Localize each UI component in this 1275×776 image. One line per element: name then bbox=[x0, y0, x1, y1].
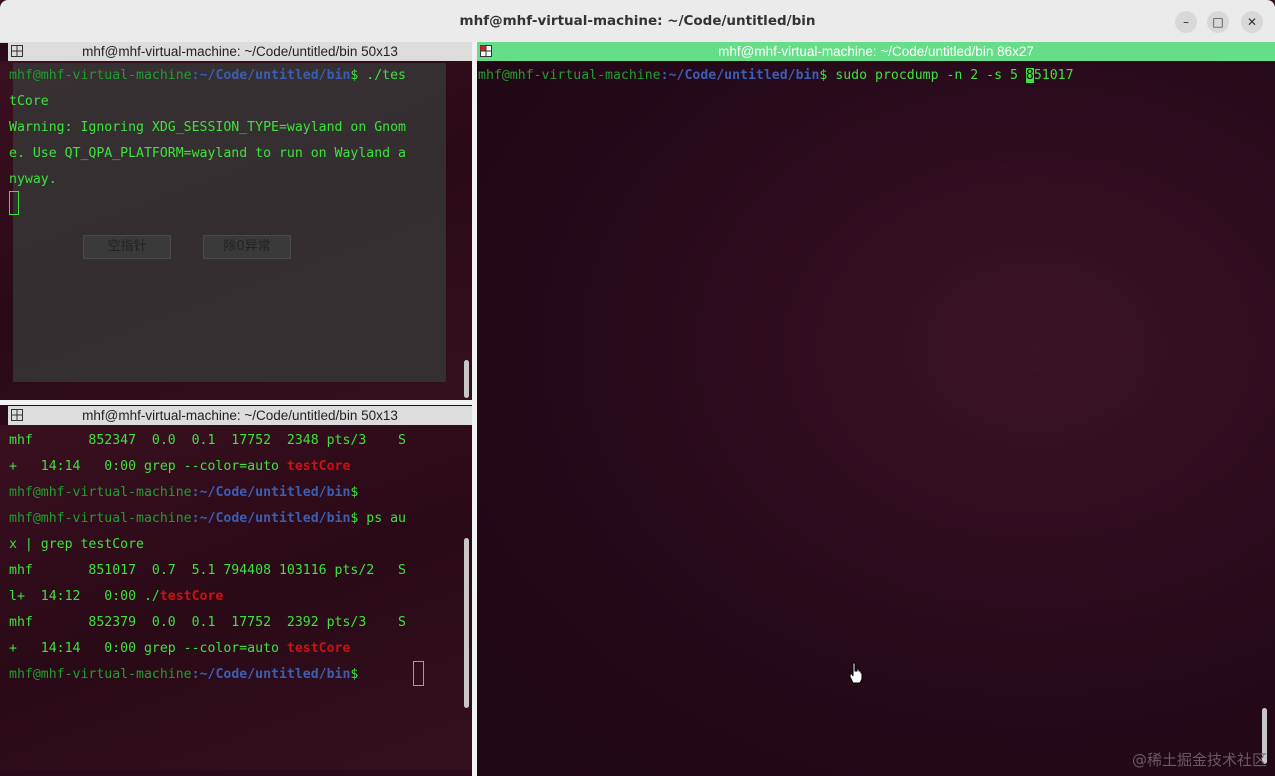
terminal-cursor bbox=[9, 191, 19, 215]
match-highlight: testCore bbox=[286, 641, 351, 656]
prompt-user: mhf@mhf-virtual-machine bbox=[9, 667, 192, 682]
terminal-line: x | grep testCore bbox=[9, 537, 144, 552]
watermark: @稀土掘金技术社区 bbox=[1131, 751, 1267, 769]
minimize-button[interactable]: – bbox=[1175, 11, 1197, 33]
window-titlebar[interactable]: mhf@mhf-virtual-machine: ~/Code/untitled… bbox=[0, 0, 1275, 43]
command-text: $ ./tes bbox=[350, 68, 406, 83]
top-left-pane-header[interactable]: mhf@mhf-virtual-machine: ~/Code/untitled… bbox=[8, 42, 472, 61]
qt-app-window[interactable]: 空指针 除0异常 bbox=[13, 63, 446, 382]
terminal-line: + 14:14 0:00 grep --color=auto testCore bbox=[9, 636, 350, 662]
bottom-left-pane-title: mhf@mhf-virtual-machine: ~/Code/untitled… bbox=[82, 408, 398, 423]
vertical-divider[interactable] bbox=[472, 42, 477, 776]
command-text: 51017 bbox=[1033, 68, 1074, 83]
right-pane-title: mhf@mhf-virtual-machine: ~/Code/untitled… bbox=[718, 44, 1034, 59]
right-pane-header[interactable]: mhf@mhf-virtual-machine: ~/Code/untitled… bbox=[477, 42, 1275, 61]
command-text: $ ps au bbox=[350, 511, 406, 526]
prompt-user: mhf@mhf-virtual-machine bbox=[9, 511, 192, 526]
match-highlight: testCore bbox=[159, 589, 224, 604]
terminal-line: e. Use QT_QPA_PLATFORM=wayland to run on… bbox=[9, 146, 406, 161]
prompt-path: :~/Code/untitled/bin bbox=[191, 68, 351, 83]
maximize-button[interactable]: □ bbox=[1207, 11, 1229, 33]
terminal-line: mhf@mhf-virtual-machine:~/Code/untitled/… bbox=[9, 480, 358, 506]
line-text: + 14:14 0:00 grep --color=auto bbox=[9, 459, 287, 474]
line-text: + 14:14 0:00 grep --color=auto bbox=[9, 641, 287, 656]
top-left-scrollbar[interactable] bbox=[464, 360, 469, 398]
command-text: $ sudo procdump -n 2 -s 5 bbox=[819, 68, 1026, 83]
terminal-line: mhf@mhf-virtual-machine:~/Code/untitled/… bbox=[9, 662, 366, 688]
bottom-left-terminal[interactable]: mhf 852347 0.0 0.1 17752 2348 pts/3 S + … bbox=[9, 428, 469, 768]
divide-by-zero-button[interactable]: 除0异常 bbox=[203, 235, 291, 259]
terminal-line: mhf@mhf-virtual-machine:~/Code/untitled/… bbox=[478, 63, 1074, 89]
terminal-line: mhf@mhf-virtual-machine:~/Code/untitled/… bbox=[9, 63, 406, 89]
right-terminal[interactable]: mhf@mhf-virtual-machine:~/Code/untitled/… bbox=[478, 63, 1268, 768]
prompt-user: mhf@mhf-virtual-machine bbox=[478, 68, 661, 83]
prompt-dollar: $ bbox=[350, 485, 359, 500]
window-title: mhf@mhf-virtual-machine: ~/Code/untitled… bbox=[459, 13, 816, 29]
close-button[interactable]: ✕ bbox=[1241, 11, 1263, 33]
line-text: l+ 14:12 0:00 ./ bbox=[9, 589, 160, 604]
prompt-path: :~/Code/untitled/bin bbox=[660, 68, 820, 83]
prompt-user: mhf@mhf-virtual-machine bbox=[9, 68, 192, 83]
prompt-path: :~/Code/untitled/bin bbox=[191, 485, 351, 500]
terminal-line: Warning: Ignoring XDG_SESSION_TYPE=wayla… bbox=[9, 120, 406, 135]
terminal-line: mhf 851017 0.7 5.1 794408 103116 pts/2 S bbox=[9, 563, 406, 578]
bottom-left-pane-header[interactable]: mhf@mhf-virtual-machine: ~/Code/untitled… bbox=[8, 406, 472, 425]
prompt-path: :~/Code/untitled/bin bbox=[191, 667, 351, 682]
terminal-line: mhf@mhf-virtual-machine:~/Code/untitled/… bbox=[9, 506, 406, 532]
prompt-dollar: $ bbox=[350, 667, 367, 682]
hand-pointer-icon bbox=[849, 662, 863, 684]
bottom-left-scrollbar[interactable] bbox=[464, 538, 469, 708]
top-left-pane-title: mhf@mhf-virtual-machine: ~/Code/untitled… bbox=[82, 44, 398, 59]
terminal-line: l+ 14:12 0:00 ./testCore bbox=[9, 584, 223, 610]
prompt-path: :~/Code/untitled/bin bbox=[191, 511, 351, 526]
prompt-user: mhf@mhf-virtual-machine bbox=[9, 485, 192, 500]
match-highlight: testCore bbox=[286, 459, 351, 474]
terminal-line: nyway. bbox=[9, 172, 57, 187]
terminal-line: + 14:14 0:00 grep --color=auto testCore bbox=[9, 454, 350, 480]
top-left-terminal[interactable]: 空指针 除0异常 mhf@mhf-virtual-machine:~/Code/… bbox=[9, 63, 469, 399]
terminal-line: tCore bbox=[9, 94, 49, 109]
terminal-cursor: 8 bbox=[1025, 68, 1034, 83]
terminal-cursor bbox=[413, 661, 424, 686]
terminal-line: mhf 852379 0.0 0.1 17752 2392 pts/3 S bbox=[9, 615, 406, 630]
null-pointer-button[interactable]: 空指针 bbox=[83, 235, 171, 259]
horizontal-divider[interactable] bbox=[0, 400, 472, 405]
terminal-window: mhf@mhf-virtual-machine: ~/Code/untitled… bbox=[0, 0, 1275, 776]
terminal-line: mhf 852347 0.0 0.1 17752 2348 pts/3 S bbox=[9, 433, 406, 448]
